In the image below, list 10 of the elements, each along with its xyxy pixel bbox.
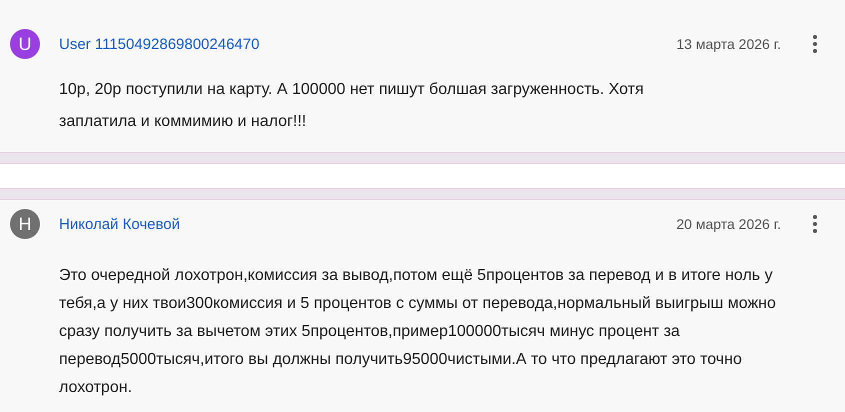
comment-text: 10р, 20р поступили на карту. А 100000 нет пишут болшая загруженность. Хотя заплатила и коммимию и налог!!! (59, 80, 645, 132)
comment-date: 20 марта 2026 г. (676, 216, 781, 232)
more-icon (813, 35, 817, 53)
avatar: H (10, 209, 40, 239)
more-icon (813, 215, 817, 233)
comment-text: Это очередной лохотрон,комиссия за вывод,потом ещё 5процентов за перевод и в итоге ноль у тебя,а у них твои300комиссия и 5 процентов с суммы от перевода,нормальный выигрыш можно сразу получить за вычетом этих 5процентов,пример100000тысяч минус процент за перевод5000тысяч,итого вы должны получить95000чистыми.А то что предлагают это точно лохотрон. (59, 266, 777, 398)
author-link[interactable]: Николай Кочевой (59, 216, 180, 232)
avatar: U (10, 29, 40, 59)
comment-date: 13 марта 2026 г. (676, 36, 781, 52)
author-link[interactable]: User 11150492869800246470 (59, 36, 260, 52)
